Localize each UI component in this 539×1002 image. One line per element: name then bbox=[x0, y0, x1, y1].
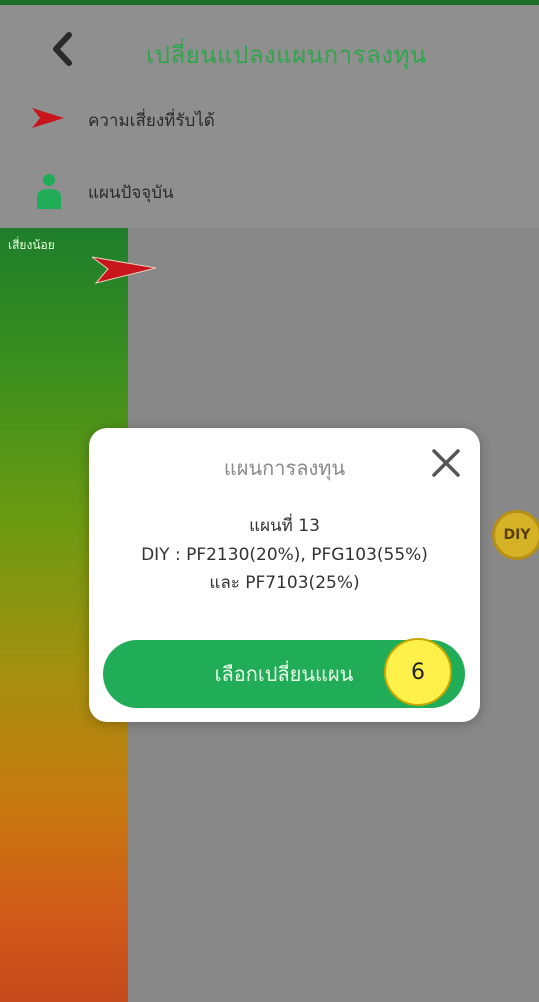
chevron-left-icon bbox=[53, 32, 72, 66]
legend-risk: ความเสี่ยงที่รับได้ bbox=[0, 85, 539, 157]
risk-label: ความเสี่ยงที่รับได้ bbox=[88, 111, 215, 131]
step-number-badge: 6 bbox=[384, 638, 452, 706]
modal-title: แผนการลงทุน bbox=[223, 456, 346, 480]
risk-marker-icon bbox=[90, 255, 160, 289]
header: เปลี่ยนแปลงแผนการลงทุน bbox=[0, 5, 539, 85]
legend-current-plan: แผนปัจจุบัน bbox=[0, 157, 539, 229]
plan-description: DIY : PF2130(20%), PFG103(55%) และ PF710… bbox=[89, 541, 480, 597]
low-risk-label: เสี่ยงน้อย bbox=[8, 238, 55, 252]
person-icon bbox=[34, 171, 64, 215]
plan-number: แผนที่ 13 bbox=[249, 516, 320, 536]
red-arrow-icon bbox=[30, 105, 66, 135]
current-plan-label: แผนปัจจุบัน bbox=[88, 183, 174, 203]
diy-badge[interactable]: DIY bbox=[492, 510, 539, 560]
page-title: เปลี่ยนแปลงแผนการลงทุน bbox=[146, 41, 427, 69]
close-button[interactable] bbox=[427, 444, 465, 482]
back-button[interactable] bbox=[42, 27, 82, 71]
close-icon bbox=[432, 449, 460, 477]
plan-line-2: และ PF7103(25%) bbox=[209, 573, 360, 593]
plan-line-1: DIY : PF2130(20%), PFG103(55%) bbox=[141, 545, 428, 565]
